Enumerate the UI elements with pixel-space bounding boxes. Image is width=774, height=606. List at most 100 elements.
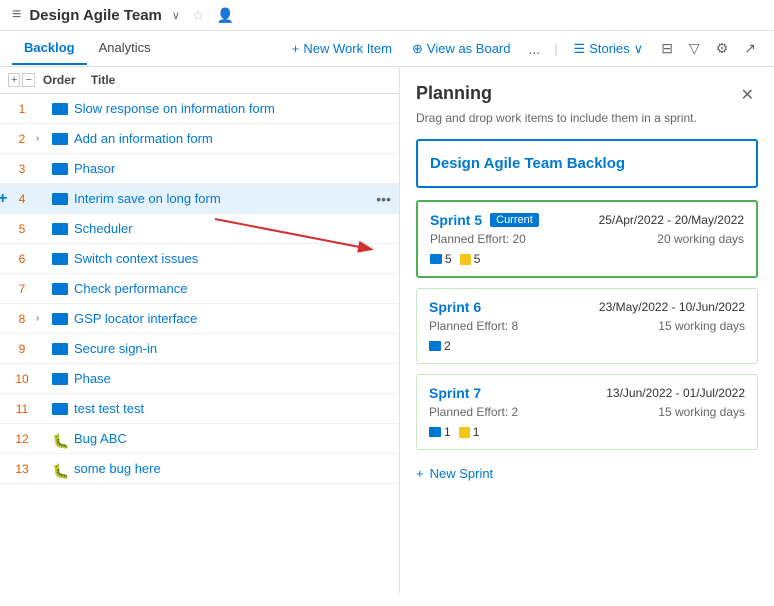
work-item-title[interactable]: some bug here — [74, 461, 391, 476]
expand-all-icon[interactable]: + — [8, 73, 20, 87]
story-chip: 5 — [430, 252, 452, 266]
sprint-effort-group: Planned Effort: 2 1 1 — [429, 405, 518, 439]
stories-icon: ☰ — [574, 41, 586, 57]
row-expand-icon[interactable]: › — [36, 313, 52, 324]
plus-icon: + — [292, 41, 300, 56]
sprint-effort: Planned Effort: 20 — [430, 232, 526, 246]
work-item-title[interactable]: Slow response on information form — [74, 101, 391, 116]
task-icon-chip — [460, 254, 471, 265]
row-number: 13 — [8, 462, 36, 476]
work-item-title[interactable]: Bug ABC — [74, 431, 391, 446]
sprint-dates: 25/Apr/2022 - 20/May/2022 — [599, 213, 744, 227]
story-icon — [52, 343, 68, 355]
bug-icon: 🐛 — [52, 433, 68, 445]
story-icon — [52, 403, 68, 415]
sprint-meta: Planned Effort: 20 5 5 20 working days — [430, 232, 744, 266]
new-sprint-button[interactable]: + New Sprint — [416, 460, 493, 487]
table-row: 3 Phasor — [0, 154, 399, 184]
sprint-card[interactable]: Sprint 7 13/Jun/2022 - 01/Jul/2022 Plann… — [416, 374, 758, 450]
row-expand-icon[interactable]: › — [36, 133, 52, 144]
table-row: 10 Phase — [0, 364, 399, 394]
expand-controls: + − — [8, 73, 35, 87]
table-row: + 4 Interim save on long form ••• — [0, 184, 399, 214]
story-icon-chip — [429, 341, 441, 351]
story-icon — [52, 103, 68, 115]
add-item-icon[interactable]: + — [0, 190, 7, 208]
task-chip: 1 — [459, 425, 480, 439]
work-item-title[interactable]: Secure sign-in — [74, 341, 391, 356]
backlog-card[interactable]: Design Agile Team Backlog — [416, 139, 758, 188]
bug-icon: 🐛 — [52, 463, 68, 475]
table-row: 7 Check performance — [0, 274, 399, 304]
settings-button[interactable]: ⚙ — [710, 36, 735, 61]
collapse-all-icon[interactable]: − — [22, 73, 34, 87]
story-icon-chip — [430, 254, 442, 264]
sprint-header: Sprint 6 23/May/2022 - 10/Jun/2022 — [429, 299, 745, 315]
work-item-title[interactable]: Check performance — [74, 281, 391, 296]
new-work-item-label: New Work Item — [303, 41, 392, 56]
nav-actions: + New Work Item ⊕ View as Board ... | ☰ … — [284, 36, 762, 61]
story-count: 5 — [445, 252, 452, 266]
order-column-header: Order — [43, 73, 83, 87]
favorite-icon[interactable]: ☆ — [192, 7, 205, 24]
top-header: ≡ Design Agile Team ∨ ☆ 👤 — [0, 0, 774, 31]
close-button[interactable]: ✕ — [737, 83, 758, 107]
row-number: 1 — [8, 102, 36, 116]
sprint-items: 5 5 — [430, 252, 526, 266]
row-number: 10 — [8, 372, 36, 386]
story-count: 1 — [444, 425, 451, 439]
planning-title: Planning — [416, 83, 492, 104]
filter-button[interactable]: ▽ — [683, 36, 706, 61]
tab-backlog[interactable]: Backlog — [12, 32, 87, 65]
work-item-title[interactable]: Add an information form — [74, 131, 391, 146]
new-sprint-label: New Sprint — [430, 466, 494, 481]
backlog-panel: + − Order Title 1 Slow response on infor… — [0, 67, 400, 593]
sprint-name-group: Sprint 5 Current — [430, 212, 539, 228]
expand-button[interactable]: ↗ — [738, 36, 762, 61]
sprint-card[interactable]: Sprint 6 23/May/2022 - 10/Jun/2022 Plann… — [416, 288, 758, 364]
planning-header: Planning ✕ — [416, 83, 758, 107]
project-dropdown-arrow[interactable]: ∨ — [172, 9, 180, 22]
work-item-title[interactable]: Scheduler — [74, 221, 391, 236]
stories-label: Stories — [589, 41, 629, 56]
task-count: 5 — [474, 252, 481, 266]
view-as-board-button[interactable]: ⊕ View as Board — [404, 37, 519, 61]
task-icon-chip — [459, 427, 470, 438]
sprint-working-days: 15 working days — [658, 319, 745, 333]
task-chip: 5 — [460, 252, 481, 266]
backlog-header: + − Order Title — [0, 67, 399, 94]
table-row: 13 🐛 some bug here — [0, 454, 399, 484]
sprint-card[interactable]: Sprint 5 Current 25/Apr/2022 - 20/May/20… — [416, 200, 758, 278]
work-item-title[interactable]: GSP locator interface — [74, 311, 391, 326]
sprint-working-days: 15 working days — [658, 405, 745, 419]
team-members-icon[interactable]: 👤 — [217, 7, 234, 24]
menu-icon[interactable]: ≡ — [12, 6, 21, 24]
sprint-meta: Planned Effort: 8 2 15 working days — [429, 319, 745, 353]
main-content: + − Order Title 1 Slow response on infor… — [0, 67, 774, 593]
table-row: 1 Slow response on information form — [0, 94, 399, 124]
story-icon — [52, 193, 68, 205]
story-icon — [52, 313, 68, 325]
sprint-effort-group: Planned Effort: 8 2 — [429, 319, 518, 353]
row-context-menu[interactable]: ••• — [376, 191, 391, 207]
work-item-title[interactable]: Interim save on long form — [74, 191, 372, 206]
story-icon — [52, 163, 68, 175]
work-item-title[interactable]: Switch context issues — [74, 251, 391, 266]
nav-bar: Backlog Analytics + New Work Item ⊕ View… — [0, 31, 774, 67]
stories-dropdown-button[interactable]: ☰ Stories ∨ — [566, 37, 652, 61]
view-as-board-label: View as Board — [427, 41, 511, 56]
sprint-items: 1 1 — [429, 425, 518, 439]
work-item-title[interactable]: Phasor — [74, 161, 391, 176]
tab-analytics[interactable]: Analytics — [87, 32, 163, 65]
new-work-item-button[interactable]: + New Work Item — [284, 37, 400, 60]
more-actions-button[interactable]: ... — [522, 37, 546, 61]
sprint-effort: Planned Effort: 2 — [429, 405, 518, 419]
work-item-title[interactable]: test test test — [74, 401, 391, 416]
table-row: 12 🐛 Bug ABC — [0, 424, 399, 454]
work-item-title[interactable]: Phase — [74, 371, 391, 386]
separator: | — [554, 41, 557, 56]
story-icon — [52, 373, 68, 385]
story-chip: 1 — [429, 425, 451, 439]
column-settings-button[interactable]: ⊟ — [655, 36, 679, 61]
sprint-header: Sprint 5 Current 25/Apr/2022 - 20/May/20… — [430, 212, 744, 228]
